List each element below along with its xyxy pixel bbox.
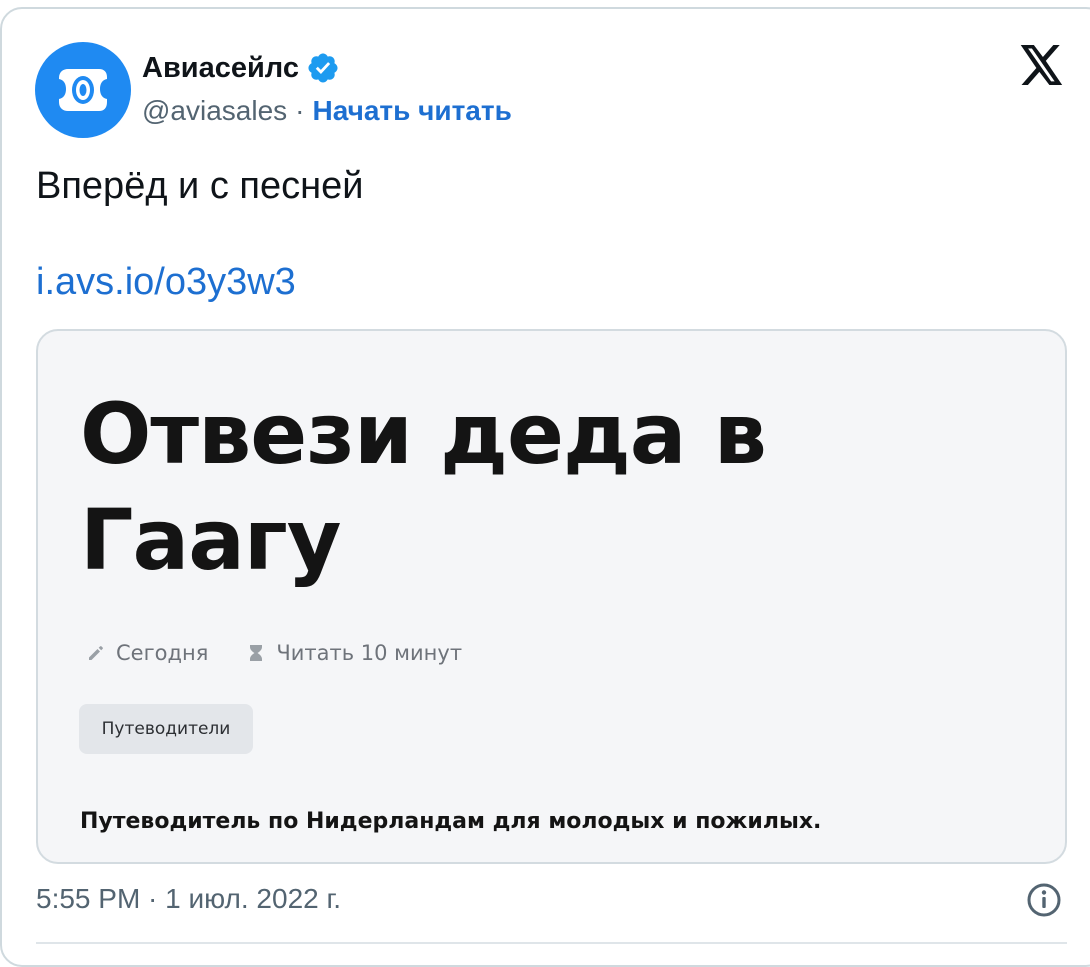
link-preview-card[interactable]: Отвези деда в Гаагу Сегодня Читать 10 ми… <box>36 329 1067 864</box>
handle-separator: · <box>295 95 305 126</box>
tweet-timestamp[interactable]: 5:55 PM · 1 июл. 2022 г. <box>36 877 341 921</box>
author-handle-row: @aviasales · Начать читать <box>142 91 512 131</box>
author-handle[interactable]: @aviasales <box>142 95 287 127</box>
author-display-name[interactable]: Авиасейлс <box>142 52 299 85</box>
card-read-time-label: Читать 10 минут <box>276 641 463 665</box>
aviasales-logo-icon <box>59 69 107 111</box>
verified-badge-icon <box>308 53 338 83</box>
tweet-embed: Авиасейлс @aviasales · Начать читать Впе… <box>0 7 1090 967</box>
card-description: Путеводитель по Нидерландам для молодых … <box>80 809 822 834</box>
card-date: Сегодня <box>86 641 208 665</box>
card-tag[interactable]: Путеводители <box>79 704 253 754</box>
x-logo-icon[interactable] <box>1020 45 1064 85</box>
tweet-link[interactable]: i.avs.io/o3y3w3 <box>36 257 296 307</box>
hourglass-icon <box>250 645 263 661</box>
card-meta: Сегодня Читать 10 минут <box>86 636 462 670</box>
info-icon[interactable] <box>1026 882 1062 918</box>
footer-divider <box>36 942 1067 944</box>
card-read-time: Читать 10 минут <box>246 641 462 665</box>
card-date-label: Сегодня <box>116 641 209 665</box>
follow-button[interactable]: Начать читать <box>312 95 511 127</box>
tweet-text: Вперёд и с песней <box>36 165 364 207</box>
avatar[interactable] <box>35 42 131 138</box>
pencil-icon <box>89 646 103 660</box>
author-name-row: Авиасейлс <box>142 47 340 89</box>
card-title: Отвези деда в Гаагу <box>80 385 767 589</box>
